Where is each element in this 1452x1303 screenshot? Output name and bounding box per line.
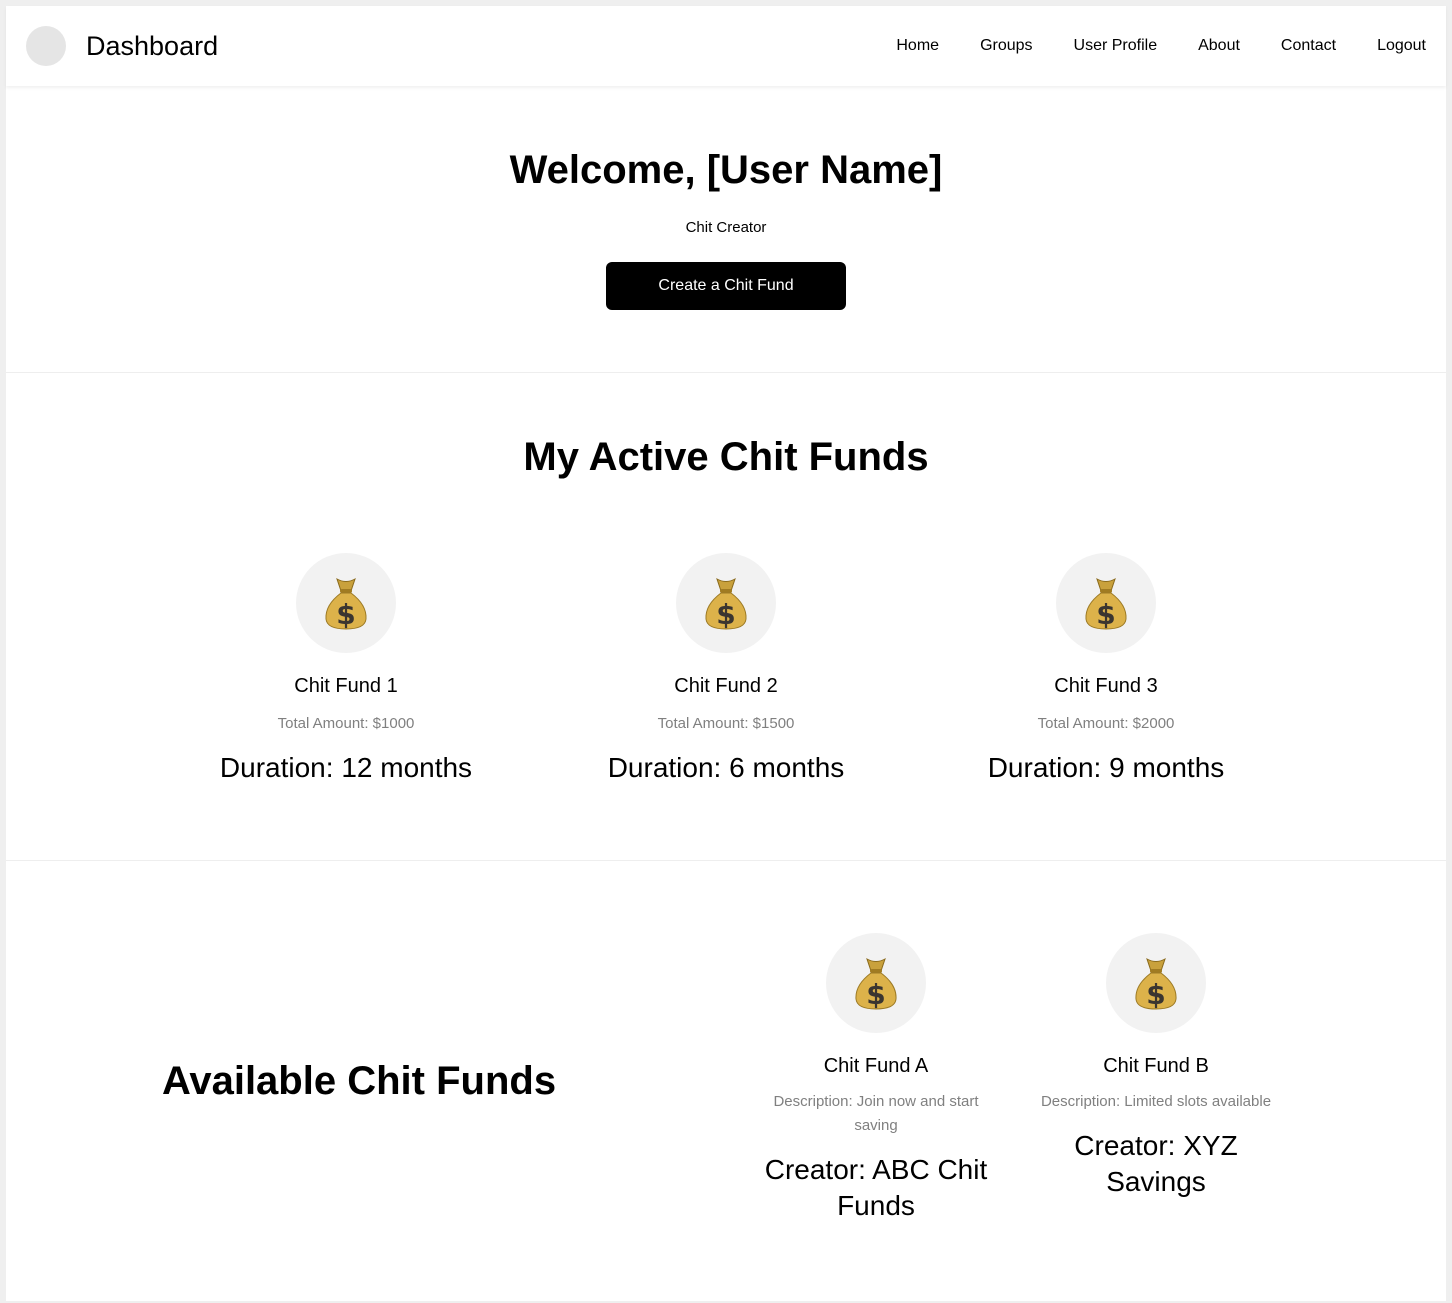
nav-user-profile[interactable]: User Profile — [1074, 37, 1158, 55]
money-bag-icon: $ — [826, 933, 926, 1033]
active-funds-section: My Active Chit Funds $ Chit Fund 1 Total… — [6, 373, 1446, 861]
svg-text:$: $ — [866, 978, 885, 1011]
svg-text:$: $ — [1096, 598, 1115, 631]
brand-title: Dashboard — [86, 30, 219, 61]
nav-logout[interactable]: Logout — [1377, 37, 1426, 55]
fund-creator: Creator: ABC Chit Funds — [764, 1154, 988, 1221]
svg-text:$: $ — [716, 598, 735, 631]
nav-home[interactable]: Home — [896, 37, 939, 55]
fund-amount: Total Amount: $1500 — [657, 715, 795, 732]
active-fund-card[interactable]: $ Chit Fund 3 Total Amount: $2000 Durati… — [956, 553, 1256, 784]
welcome-title: Welcome, [User Name] — [509, 148, 943, 192]
money-bag-icon: $ — [676, 553, 776, 653]
available-fund-card[interactable]: $ Chit Fund B Description: Limited slots… — [1036, 933, 1276, 1200]
fund-name: Chit Fund A — [823, 1055, 929, 1077]
fund-duration: Duration: 6 months — [607, 752, 845, 783]
available-fund-card[interactable]: $ Chit Fund A Description: Join now and … — [756, 933, 996, 1224]
fund-duration: Duration: 12 months — [219, 752, 473, 783]
fund-duration: Duration: 9 months — [987, 752, 1225, 783]
svg-text:$: $ — [336, 598, 355, 631]
welcome-section: Welcome, [User Name] Chit Creator Create… — [6, 86, 1446, 373]
header: Dashboard Home Groups User Profile About… — [6, 6, 1446, 86]
fund-creator: Creator: XYZ Savings — [1074, 1130, 1238, 1197]
nav-contact[interactable]: Contact — [1281, 37, 1336, 55]
nav: Home Groups User Profile About Contact L… — [896, 37, 1426, 55]
active-fund-card[interactable]: $ Chit Fund 2 Total Amount: $1500 Durati… — [576, 553, 876, 784]
section-title: Available Chit Funds — [161, 1059, 557, 1103]
available-funds-section: Available Chit Funds $ Chit Fund A Descr… — [6, 861, 1446, 1300]
fund-amount: Total Amount: $1000 — [277, 715, 415, 732]
logo — [26, 26, 66, 66]
svg-text:$: $ — [1146, 978, 1165, 1011]
create-chit-fund-button[interactable]: Create a Chit Fund — [606, 262, 846, 310]
active-fund-card[interactable]: $ Chit Fund 1 Total Amount: $1000 Durati… — [196, 553, 496, 784]
nav-about[interactable]: About — [1198, 37, 1240, 55]
fund-description: Description: Limited slots available — [1040, 1093, 1272, 1110]
money-bag-icon: $ — [296, 553, 396, 653]
nav-groups[interactable]: Groups — [980, 37, 1032, 55]
section-title: My Active Chit Funds — [523, 435, 929, 479]
user-role: Chit Creator — [685, 219, 767, 236]
fund-name: Chit Fund 1 — [294, 675, 398, 697]
fund-amount: Total Amount: $2000 — [1037, 715, 1175, 732]
fund-name: Chit Fund B — [1103, 1055, 1209, 1077]
money-bag-icon: $ — [1056, 553, 1156, 653]
fund-description: Description: Join now and start saving — [773, 1093, 979, 1134]
fund-name: Chit Fund 3 — [1054, 675, 1158, 697]
money-bag-icon: $ — [1106, 933, 1206, 1033]
fund-name: Chit Fund 2 — [674, 675, 778, 697]
